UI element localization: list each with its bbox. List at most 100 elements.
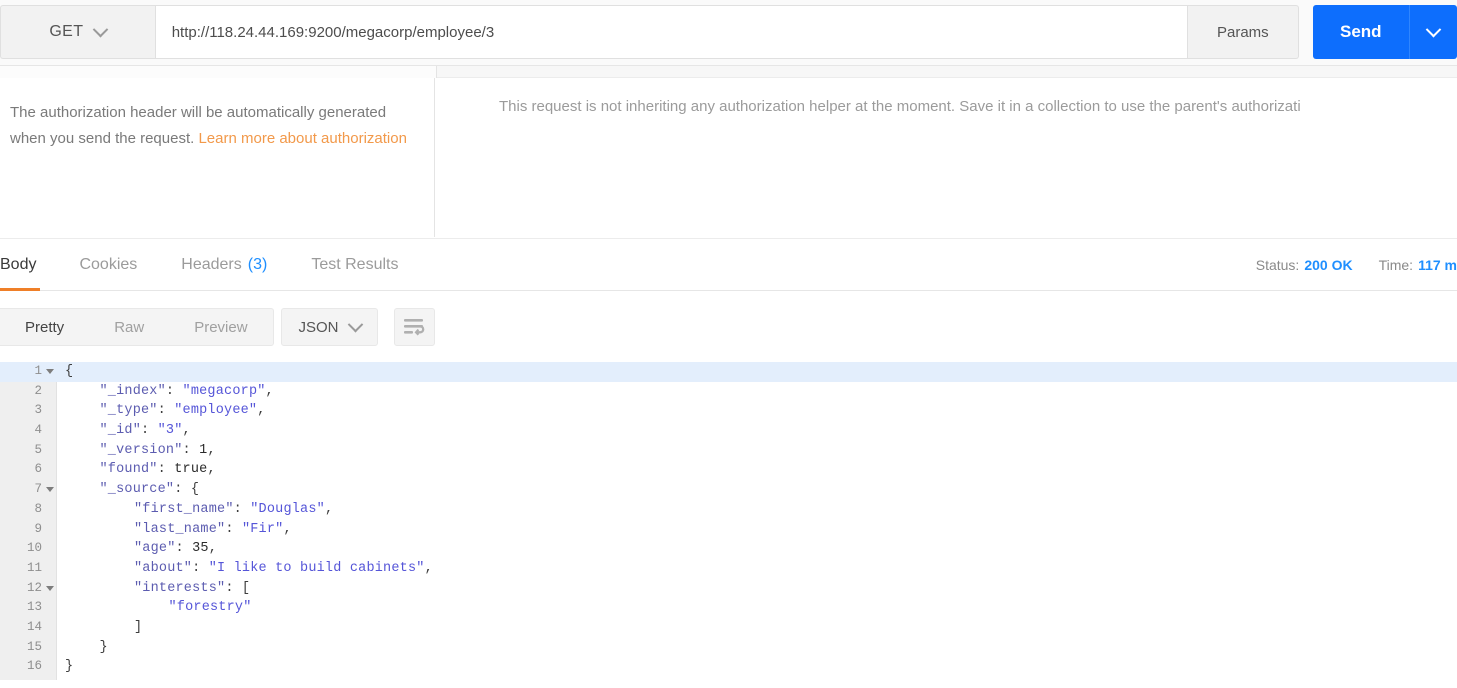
tab-body[interactable]: Body <box>0 239 57 291</box>
code-line-text: "interests": [ <box>134 579 250 599</box>
time-value: 117 m <box>1418 257 1457 273</box>
view-mode-raw-label: Raw <box>114 318 145 336</box>
code-token: "found" <box>99 462 158 478</box>
code-token: : <box>175 541 193 557</box>
line-number: 12 <box>26 580 42 595</box>
tab-cookies-label: Cookies <box>79 256 138 273</box>
code-line-text: "age": 35, <box>134 539 217 559</box>
code-line: 8 "first_name": "Douglas", <box>0 500 1457 520</box>
code-line: 4 "_id": "3", <box>0 421 1457 441</box>
tab-headers[interactable]: Headers (3) <box>159 239 289 291</box>
word-wrap-button[interactable] <box>394 308 435 346</box>
code-token: "forestry" <box>168 600 252 616</box>
fold-triangle-icon[interactable] <box>46 369 54 374</box>
code-token: "_index" <box>99 383 166 399</box>
line-number: 15 <box>26 639 42 654</box>
chevron-down-icon <box>347 316 363 332</box>
line-number: 3 <box>34 403 42 418</box>
code-token: , <box>424 560 433 576</box>
code-line-text: } <box>100 638 108 658</box>
tab-body-label: Body <box>0 256 37 273</box>
view-mode-preview[interactable]: Preview <box>169 308 272 346</box>
code-line-text: "forestry" <box>169 598 252 618</box>
fold-triangle-icon[interactable] <box>46 487 54 493</box>
params-label: Params <box>1216 23 1269 41</box>
code-line: 3 "_type": "employee", <box>0 401 1457 421</box>
view-mode-pretty-label: Pretty <box>25 318 65 336</box>
code-line-text: "_type": "employee", <box>100 401 266 421</box>
code-line-text: ] <box>134 618 142 638</box>
authorization-inherit-notice: This request is not inheriting any autho… <box>436 78 1457 237</box>
tab-test-results[interactable]: Test Results <box>289 239 420 291</box>
view-mode-raw[interactable]: Raw <box>89 308 169 346</box>
code-token: "megacorp" <box>182 383 266 399</box>
code-token: : <box>182 442 200 458</box>
code-token: "interests" <box>134 580 226 596</box>
code-line: 15} <box>0 638 1457 658</box>
language-label: JSON <box>298 318 339 336</box>
response-tab-bar: Body Cookies Headers (3) Test Results St… <box>0 238 1457 291</box>
line-number: 6 <box>34 462 42 477</box>
code-token: : <box>233 501 251 517</box>
request-url-bar: GET Params Send <box>0 0 1457 66</box>
code-token: , <box>207 442 216 458</box>
code-line: 9 "last_name": "Fir", <box>0 520 1457 540</box>
request-url-field[interactable] <box>154 5 1188 59</box>
line-number: 8 <box>34 501 42 516</box>
code-token: { <box>65 364 74 379</box>
code-token: : <box>157 462 175 478</box>
code-token: : <box>141 423 158 439</box>
code-line-text: "_version": 1, <box>100 441 216 461</box>
code-line-text: { <box>65 362 73 382</box>
fold-triangle-icon[interactable] <box>46 585 54 591</box>
code-token: "employee" <box>174 403 258 419</box>
code-token: , <box>182 423 191 439</box>
code-line: 16} <box>0 657 1457 677</box>
code-line: 10 "age": 35, <box>0 539 1457 559</box>
line-number: 13 <box>26 600 42 615</box>
response-body-code[interactable]: 1{2 "_index": "megacorp", 3 "_type": "emplo… <box>0 362 1457 688</box>
response-meta: Status: 200 OK Time: 117 m <box>1256 239 1457 291</box>
code-token: , <box>265 383 274 399</box>
status-badge: Status: 200 OK <box>1256 257 1353 273</box>
response-format-toolbar: Pretty Raw Preview JSON <box>0 300 1457 354</box>
code-token: , <box>257 403 266 419</box>
line-number: 11 <box>26 560 42 575</box>
code-line-text: "found": true, <box>100 460 216 480</box>
code-line-text: "_id": "3", <box>100 421 191 441</box>
response-view-mode-group: Pretty Raw Preview <box>0 308 274 346</box>
http-method-label: GET <box>49 23 84 40</box>
tab-headers-label: Headers <box>181 256 242 273</box>
code-token: "first_name" <box>134 501 234 517</box>
language-dropdown[interactable]: JSON <box>281 308 378 346</box>
code-token: "3" <box>157 423 183 439</box>
code-line: 1{ <box>0 362 1457 382</box>
code-line: 14] <box>0 618 1457 638</box>
postman-response-view: GET Params Send The authorization header… <box>0 0 1457 688</box>
send-button[interactable]: Send <box>1312 5 1409 59</box>
authorization-helper-text: The authorization header will be automat… <box>0 78 435 237</box>
http-method-dropdown[interactable]: GET <box>0 5 155 59</box>
url-input[interactable] <box>169 22 1173 42</box>
code-token: ] <box>134 619 143 635</box>
code-line-text: "last_name": "Fir", <box>134 520 292 540</box>
view-mode-pretty[interactable]: Pretty <box>0 308 89 346</box>
code-token: "about" <box>134 560 193 576</box>
code-token: "_type" <box>99 403 158 419</box>
code-line: 6 "found": true, <box>0 460 1457 480</box>
tab-cookies[interactable]: Cookies <box>57 239 159 291</box>
code-token: "Fir" <box>241 521 284 537</box>
code-token: , <box>283 521 292 537</box>
learn-more-authorization-link[interactable]: Learn more about authorization <box>198 130 406 147</box>
params-button[interactable]: Params <box>1187 5 1299 59</box>
send-options-button[interactable] <box>1408 5 1457 59</box>
code-token: "_id" <box>99 423 142 439</box>
authorization-panel: The authorization header will be automat… <box>0 78 1457 237</box>
code-token: "_version" <box>99 442 183 458</box>
response-tabs: Body Cookies Headers (3) Test Results <box>0 239 420 291</box>
line-number: 7 <box>34 482 42 497</box>
headers-count-badge: (3) <box>247 256 268 273</box>
code-token: } <box>65 659 74 675</box>
code-lines: 1{2 "_index": "megacorp", 3 "_type": "emplo… <box>0 362 1457 677</box>
code-line-text: } <box>65 657 73 677</box>
